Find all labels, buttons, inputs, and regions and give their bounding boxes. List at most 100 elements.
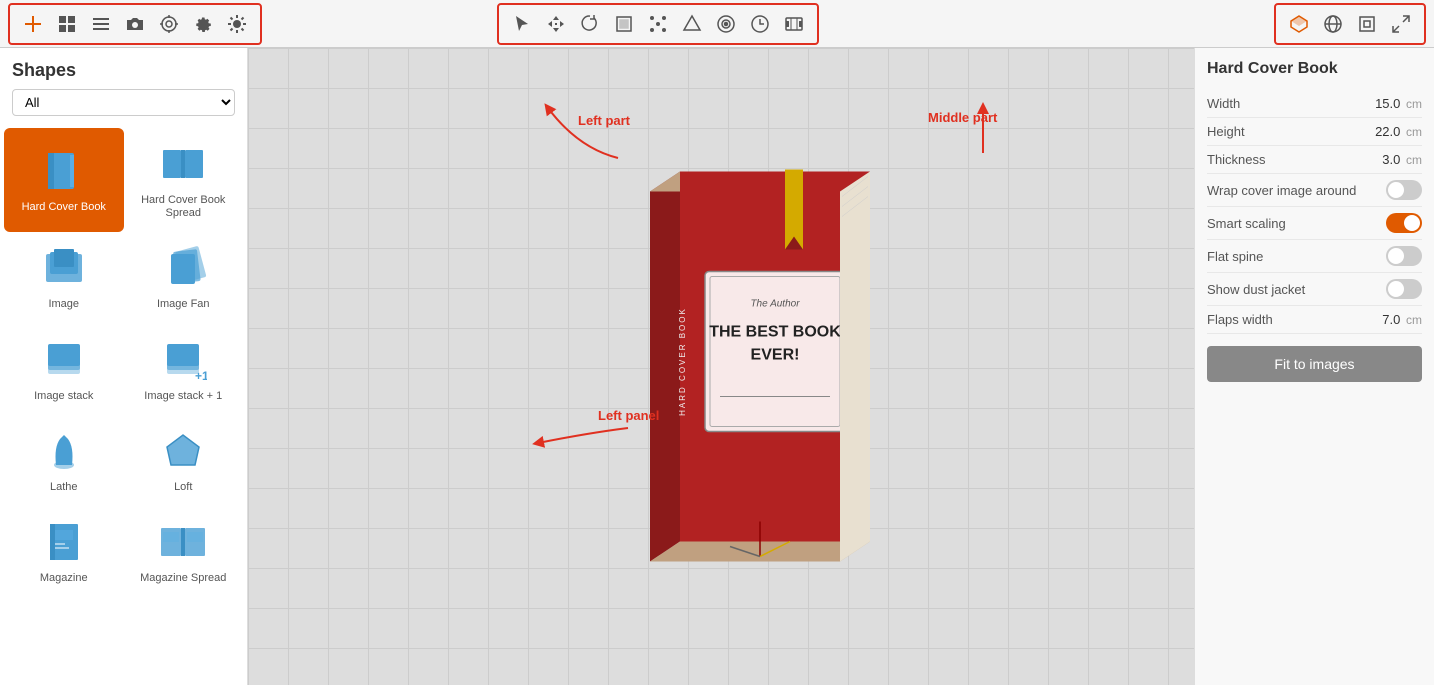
shape-loft[interactable]: Loft (124, 415, 244, 506)
width-value: 15.0 (1375, 96, 1400, 111)
nodes-tool[interactable] (643, 9, 673, 39)
box-view-button[interactable] (1284, 9, 1314, 39)
flaps-width-value-container: 7.0 cm (1382, 312, 1422, 327)
magazine-spread-icon (159, 518, 207, 566)
prop-flaps-width: Flaps width 7.0 cm (1207, 306, 1422, 334)
toolbar-left-group (8, 3, 262, 45)
rotate-tool[interactable] (575, 9, 605, 39)
image-stack-icon (40, 336, 88, 384)
prop-smart-scaling: Smart scaling (1207, 207, 1422, 240)
scale-tool[interactable] (609, 9, 639, 39)
svg-text:EVER!: EVER! (750, 346, 799, 363)
light-button[interactable] (222, 9, 252, 39)
dust-jacket-label: Show dust jacket (1207, 282, 1305, 297)
target-button[interactable] (154, 9, 184, 39)
wrap-cover-knob (1388, 182, 1404, 198)
width-value-container: 15.0 cm (1375, 96, 1422, 111)
image-fan-icon (159, 244, 207, 292)
image-label: Image (48, 298, 79, 311)
lathe-icon (40, 427, 88, 475)
viewport[interactable]: The Author THE BEST BOOK EVER! HARD COVE… (248, 48, 1194, 685)
bend-tool[interactable] (677, 9, 707, 39)
fit-to-images-button[interactable]: Fit to images (1207, 346, 1422, 382)
flat-spine-label: Flat spine (1207, 249, 1263, 264)
lathe-label: Lathe (50, 481, 78, 494)
time-tool[interactable] (745, 9, 775, 39)
loft-label: Loft (174, 481, 192, 494)
image-fan-label: Image Fan (157, 298, 210, 311)
frame-view-button[interactable] (1352, 9, 1382, 39)
svg-text:+1: +1 (195, 369, 207, 383)
prop-wrap-cover: Wrap cover image around (1207, 174, 1422, 207)
thickness-value-container: 3.0 cm (1382, 152, 1422, 167)
image-stack-plus1-icon: +1 (159, 336, 207, 384)
main-area: Shapes All 3D Books Shapes Hard Cover (0, 48, 1434, 685)
prop-width: Width 15.0 cm (1207, 90, 1422, 118)
width-label: Width (1207, 96, 1240, 111)
smart-scaling-toggle[interactable] (1386, 213, 1422, 233)
add-button[interactable] (18, 9, 48, 39)
toolbar-right-group (1274, 3, 1426, 45)
right-panel-title: Hard Cover Book (1207, 60, 1422, 78)
loft-icon (159, 427, 207, 475)
height-value: 22.0 (1375, 124, 1400, 139)
image-icon (40, 244, 88, 292)
image-stack-label: Image stack (34, 390, 93, 403)
left-panel: Shapes All 3D Books Shapes Hard Cover (0, 48, 248, 685)
shape-image-stack-plus1[interactable]: +1 Image stack + 1 (124, 324, 244, 415)
shape-hard-cover-book-spread[interactable]: Hard Cover Book Spread (124, 128, 244, 232)
magazine-spread-label: Magazine Spread (140, 572, 226, 585)
shape-magazine[interactable]: Magazine (4, 506, 124, 597)
hard-cover-book-label: Hard Cover Book (22, 201, 106, 214)
magazine-icon (40, 518, 88, 566)
wrap-cover-label: Wrap cover image around (1207, 183, 1356, 198)
right-panel: Hard Cover Book Width 15.0 cm Height 22.… (1194, 48, 1434, 685)
settings-button[interactable] (188, 9, 218, 39)
dust-jacket-knob (1388, 281, 1404, 297)
smart-scaling-knob (1404, 215, 1420, 231)
toolbar-middle-group (497, 3, 819, 45)
hard-cover-book-spread-label: Hard Cover Book Spread (132, 194, 236, 220)
prop-flat-spine: Flat spine (1207, 240, 1422, 273)
wrap-cover-toggle[interactable] (1386, 180, 1422, 200)
height-value-container: 22.0 cm (1375, 124, 1422, 139)
shape-image-fan[interactable]: Image Fan (124, 232, 244, 323)
target2-tool[interactable] (711, 9, 741, 39)
thickness-label: Thickness (1207, 152, 1266, 167)
prop-thickness: Thickness 3.0 cm (1207, 146, 1422, 174)
grid-button[interactable] (52, 9, 82, 39)
shape-lathe[interactable]: Lathe (4, 415, 124, 506)
flaps-width-unit: cm (1406, 313, 1422, 327)
svg-text:HARD COVER BOOK: HARD COVER BOOK (678, 307, 687, 416)
dust-jacket-toggle[interactable] (1386, 279, 1422, 299)
svg-text:THE BEST BOOK: THE BEST BOOK (709, 323, 841, 340)
magazine-label: Magazine (40, 572, 88, 585)
select-tool[interactable] (507, 9, 537, 39)
image-stack-plus1-label: Image stack + 1 (144, 390, 222, 403)
flaps-width-value: 7.0 (1382, 312, 1400, 327)
height-unit: cm (1406, 125, 1422, 139)
expand-view-button[interactable] (1386, 9, 1416, 39)
camera-button[interactable] (120, 9, 150, 39)
height-label: Height (1207, 124, 1245, 139)
flat-spine-toggle[interactable] (1386, 246, 1422, 266)
top-toolbar (0, 0, 1434, 48)
menu-button[interactable] (86, 9, 116, 39)
shapes-title: Shapes (0, 48, 247, 89)
shape-image-stack[interactable]: Image stack (4, 324, 124, 415)
shape-image[interactable]: Image (4, 232, 124, 323)
hard-cover-book-icon (40, 147, 88, 195)
thickness-unit: cm (1406, 153, 1422, 167)
shape-magazine-spread[interactable]: Magazine Spread (124, 506, 244, 597)
shapes-filter[interactable]: All 3D Books Shapes (0, 89, 247, 124)
filter-select[interactable]: All 3D Books Shapes (12, 89, 235, 116)
shape-hard-cover-book[interactable]: Hard Cover Book (4, 128, 124, 232)
flaps-width-label: Flaps width (1207, 312, 1273, 327)
prop-dust-jacket: Show dust jacket (1207, 273, 1422, 306)
width-unit: cm (1406, 97, 1422, 111)
move-tool[interactable] (541, 9, 571, 39)
flat-spine-knob (1388, 248, 1404, 264)
shapes-grid: Hard Cover Book Hard Cover Book Spread (0, 124, 247, 601)
film-tool[interactable] (779, 9, 809, 39)
globe-view-button[interactable] (1318, 9, 1348, 39)
